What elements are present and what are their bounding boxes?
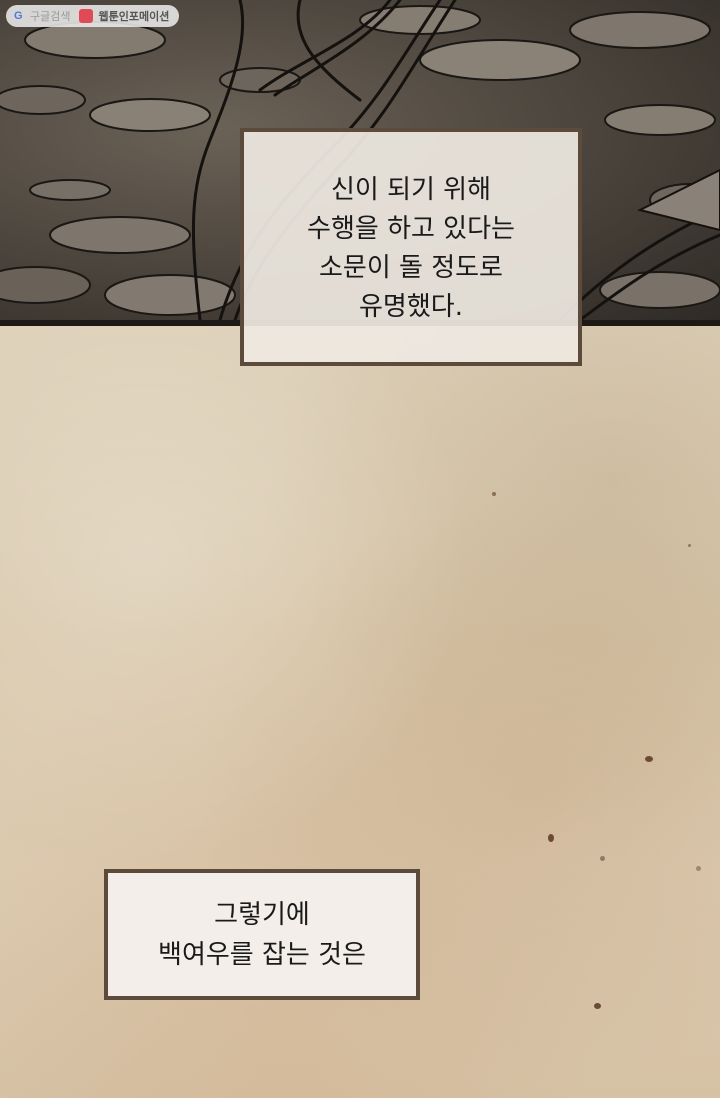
caption-line: 그렇기에 (214, 899, 310, 930)
watermark-brand-label: 웹툰인포메이션 (98, 11, 170, 23)
speck-mark (548, 834, 554, 842)
caption-line: 신이 되기 위해 (330, 175, 492, 205)
caption-line: 수행을 하고 있다는 (307, 214, 515, 244)
speck-mark (696, 866, 701, 871)
speck-mark (645, 756, 653, 762)
speck-mark (688, 544, 691, 547)
speck-mark (492, 492, 496, 496)
speck-mark (600, 856, 605, 861)
caption-line: 유명했다. (359, 292, 463, 322)
caption-box-bottom: 그렇기에 백여우를 잡는 것은 (104, 869, 420, 1000)
caption-line: 소문이 돌 정도로 (319, 253, 503, 283)
caption-line: 백여우를 잡는 것은 (158, 939, 366, 970)
watermark-search-label: 구글검색 (30, 11, 71, 23)
google-g-icon: G (14, 9, 23, 22)
watermark: G 구글검색 웹툰인포메이션 (6, 5, 180, 27)
red-badge-icon (79, 9, 94, 23)
caption-box-top: 신이 되기 위해 수행을 하고 있다는 소문이 돌 정도로 유명했다. (240, 128, 582, 366)
speck-mark (594, 1003, 601, 1009)
